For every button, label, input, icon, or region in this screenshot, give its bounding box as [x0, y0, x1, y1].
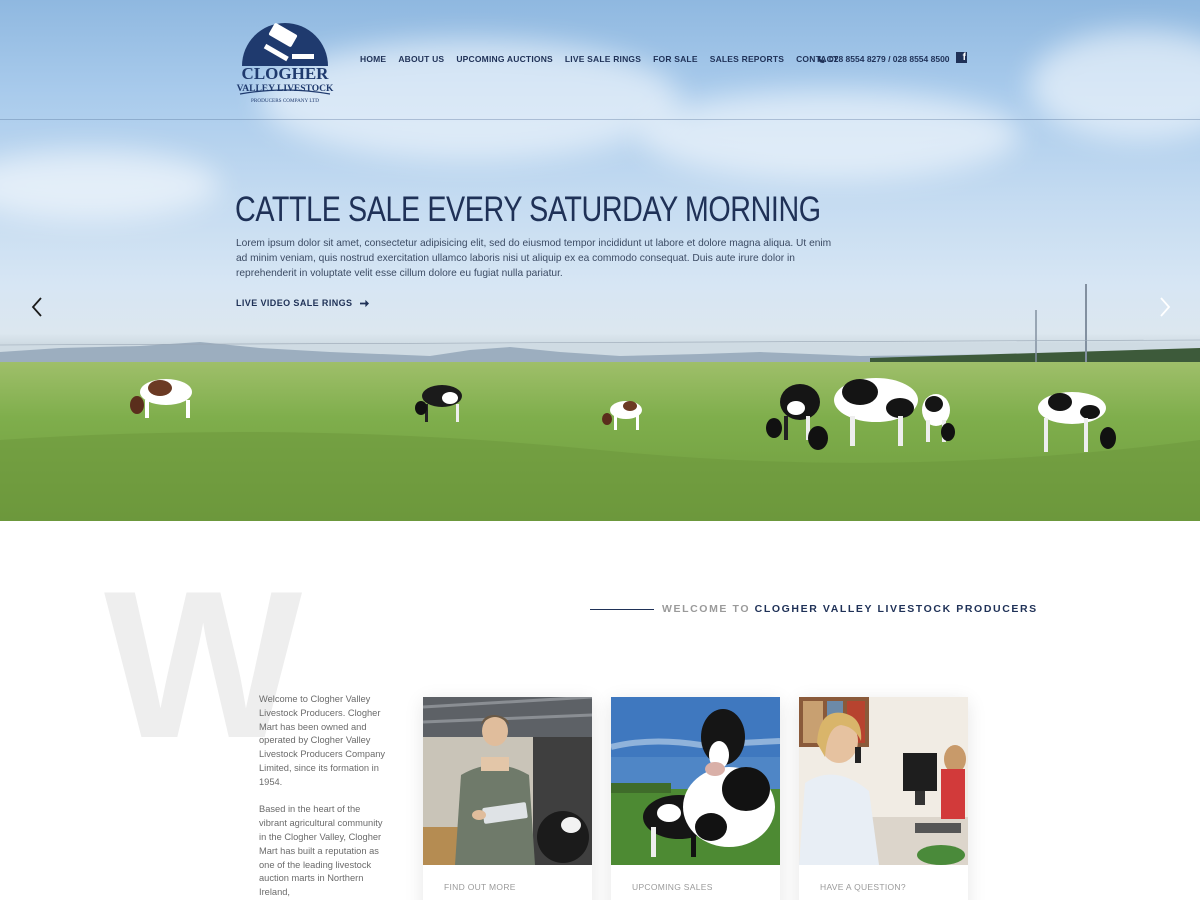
card-label: UPCOMING SALES: [632, 882, 713, 892]
card-label: FIND OUT MORE: [444, 882, 516, 892]
site-logo[interactable]: CLOGHER VALLEY LIVESTOCK PRODUCERS COMPA…: [234, 14, 336, 106]
upcoming-sales-card[interactable]: UPCOMING SALES: [611, 697, 780, 900]
live-video-sale-rings-link[interactable]: LIVE VIDEO SALE RINGS: [236, 298, 370, 308]
nav-upcoming-auctions[interactable]: UPCOMING AUCTIONS: [456, 54, 553, 64]
phone-icon: [818, 55, 825, 63]
svg-text:PRODUCERS COMPANY LTD: PRODUCERS COMPANY LTD: [251, 98, 319, 104]
slider-prev-button[interactable]: [28, 296, 48, 318]
welcome-intro: Welcome to Clogher Valley Livestock Prod…: [259, 693, 389, 900]
have-a-question-card[interactable]: HAVE A QUESTION?: [799, 697, 968, 900]
svg-text:CLOGHER: CLOGHER: [242, 64, 330, 83]
facebook-icon[interactable]: f: [956, 52, 967, 63]
nav-sales-reports[interactable]: SALES REPORTS: [710, 54, 784, 64]
welcome-heading: WELCOME TO CLOGHER VALLEY LIVESTOCK PROD…: [662, 603, 1038, 615]
phone-text: 028 8554 8279 / 028 8554 8500: [829, 54, 950, 64]
hero-text: Lorem ipsum dolor sit amet, consectetur …: [236, 238, 832, 279]
phone-numbers[interactable]: 028 8554 8279 / 028 8554 8500: [818, 54, 950, 64]
site-header: CLOGHER VALLEY LIVESTOCK PRODUCERS COMPA…: [0, 0, 1200, 120]
nav-home[interactable]: HOME: [360, 54, 386, 64]
hero-title: CATTLE SALE EVERY SATURDAY MORNING: [235, 190, 821, 229]
hero-link-label: LIVE VIDEO SALE RINGS: [236, 298, 353, 308]
slider-next-button[interactable]: [1155, 296, 1175, 318]
nav-for-sale[interactable]: FOR SALE: [653, 54, 698, 64]
cows-photo: [611, 697, 780, 865]
card-label: HAVE A QUESTION?: [820, 882, 906, 892]
arrow-right-icon: [360, 299, 370, 307]
chevron-right-icon: [1160, 297, 1171, 317]
hero-slider: CLOGHER VALLEY LIVESTOCK PRODUCERS COMPA…: [0, 0, 1200, 521]
main-nav: HOME ABOUT US UPCOMING AUCTIONS LIVE SAL…: [360, 54, 850, 64]
gavel-logo-icon: CLOGHER VALLEY LIVESTOCK PRODUCERS COMPA…: [237, 23, 334, 104]
intro-paragraph: Welcome to Clogher Valley Livestock Prod…: [259, 694, 386, 787]
nav-live-sale-rings[interactable]: LIVE SALE RINGS: [565, 54, 641, 64]
welcome-heading-pre: WELCOME TO: [662, 603, 751, 615]
heading-rule: [590, 609, 654, 610]
office-photo: [799, 697, 968, 865]
power-line: [0, 339, 1200, 346]
find-out-more-card[interactable]: FIND OUT MORE: [423, 697, 592, 900]
chevron-left-icon: [31, 297, 42, 317]
farmer-photo: [423, 697, 592, 865]
welcome-heading-main: CLOGHER VALLEY LIVESTOCK PRODUCERS: [754, 603, 1038, 615]
intro-paragraph: Based in the heart of the vibrant agricu…: [259, 804, 383, 898]
nav-about-us[interactable]: ABOUT US: [398, 54, 444, 64]
